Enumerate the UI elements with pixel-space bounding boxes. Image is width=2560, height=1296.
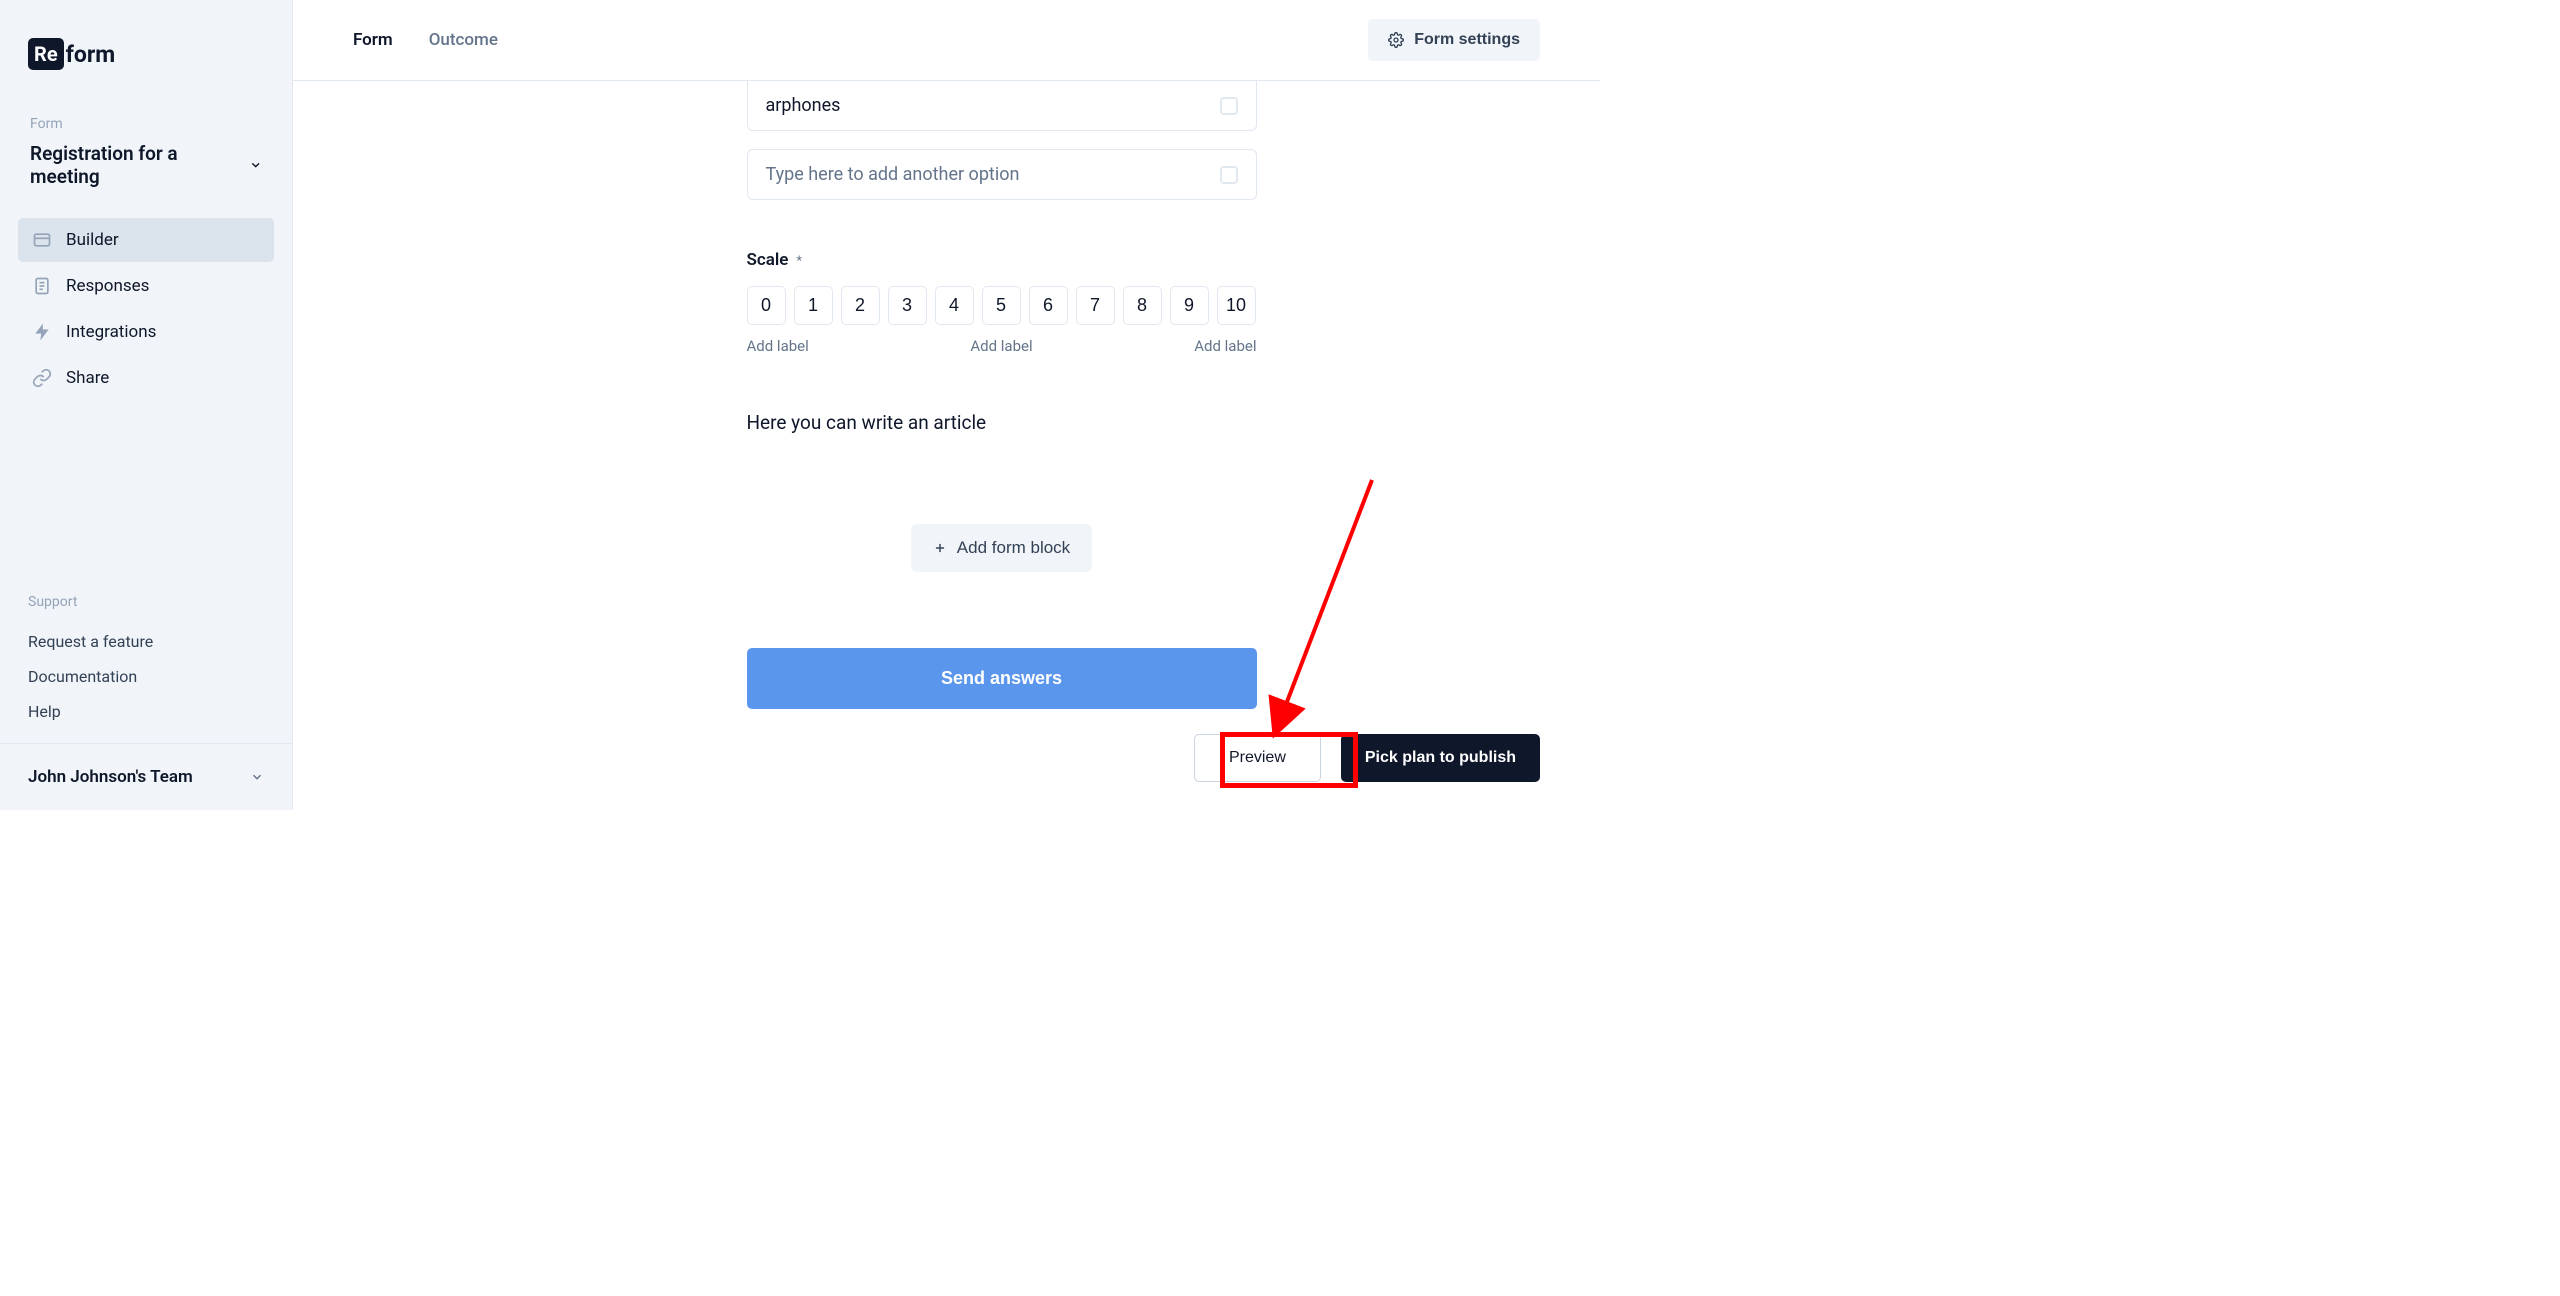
share-icon (32, 368, 52, 388)
scale-option-0[interactable]: 0 (747, 286, 786, 325)
article-text-block[interactable]: Here you can write an article (747, 411, 1257, 434)
plus-icon (933, 541, 947, 555)
scale-option-5[interactable]: 5 (982, 286, 1021, 325)
bottom-bar: Preview Pick plan to publish (1194, 734, 1540, 782)
team-name: John Johnson's Team (28, 767, 193, 787)
form-canvas: arphones Type here to add another option… (747, 81, 1257, 810)
builder-icon (32, 230, 52, 250)
form-settings-label: Form settings (1414, 31, 1520, 49)
sidebar-item-label: Share (66, 368, 109, 388)
sidebar-item-builder[interactable]: Builder (18, 218, 274, 262)
sidebar-item-label: Integrations (66, 322, 156, 342)
scale-option-3[interactable]: 3 (888, 286, 927, 325)
sidebar-item-label: Builder (66, 230, 119, 250)
sidebar-section-label: Form (0, 98, 292, 142)
add-block-row: Add form block (747, 524, 1257, 572)
scale-labels-row: Add label Add label Add label (747, 337, 1257, 355)
add-block-label: Add form block (957, 538, 1070, 558)
team-selector[interactable]: John Johnson's Team (0, 743, 292, 810)
sidebar-item-integrations[interactable]: Integrations (18, 310, 274, 354)
scale-option-4[interactable]: 4 (935, 286, 974, 325)
option-text[interactable]: arphones (766, 95, 1220, 116)
scale-option-6[interactable]: 6 (1029, 286, 1068, 325)
scale-option-7[interactable]: 7 (1076, 286, 1115, 325)
topbar: Form Outcome Form settings (293, 0, 1600, 81)
scale-option-8[interactable]: 8 (1123, 286, 1162, 325)
scale-add-label-right[interactable]: Add label (1194, 337, 1256, 355)
scale-option-10[interactable]: 10 (1217, 286, 1256, 325)
support-link-request-feature[interactable]: Request a feature (28, 624, 264, 659)
sidebar-nav: Builder Responses Integrations (0, 218, 292, 402)
form-settings-button[interactable]: Form settings (1368, 19, 1540, 61)
support-link-help[interactable]: Help (28, 694, 264, 729)
responses-icon (32, 276, 52, 296)
form-name: Registration for a meeting (30, 142, 243, 188)
scale-label: Scale (747, 250, 789, 270)
scale-label-row: Scale * (747, 250, 1257, 270)
tab-form[interactable]: Form (353, 30, 393, 50)
support-label: Support (28, 594, 264, 610)
preview-button[interactable]: Preview (1194, 734, 1321, 782)
send-answers-button[interactable]: Send answers (747, 648, 1257, 709)
sidebar: Re form Form Registration for a meeting … (0, 0, 293, 810)
checkbox[interactable] (1220, 166, 1238, 184)
main: Form Outcome Form settings arphones (293, 0, 1600, 810)
scale-add-label-middle[interactable]: Add label (970, 337, 1032, 355)
form-selector[interactable]: Registration for a meeting (0, 142, 292, 218)
sidebar-item-label: Responses (66, 276, 149, 296)
scale-block: Scale * 0 1 2 3 4 5 6 7 8 9 10 (747, 250, 1257, 355)
scale-buttons: 0 1 2 3 4 5 6 7 8 9 10 (747, 286, 1257, 325)
chevron-down-icon (249, 158, 262, 172)
sidebar-item-share[interactable]: Share (18, 356, 274, 400)
gear-icon (1388, 32, 1404, 48)
publish-button[interactable]: Pick plan to publish (1341, 734, 1540, 782)
required-indicator: * (796, 254, 802, 269)
support-link-documentation[interactable]: Documentation (28, 659, 264, 694)
logo[interactable]: Re form (0, 0, 292, 98)
sidebar-item-responses[interactable]: Responses (18, 264, 274, 308)
tab-outcome[interactable]: Outcome (429, 30, 498, 50)
logo-suffix: form (66, 41, 116, 68)
scale-option-2[interactable]: 2 (841, 286, 880, 325)
integrations-icon (32, 322, 52, 342)
checkbox[interactable] (1220, 97, 1238, 115)
option-item[interactable]: arphones (747, 81, 1257, 131)
tabs: Form Outcome (353, 30, 498, 50)
content: arphones Type here to add another option… (293, 81, 1600, 810)
chevron-down-icon (250, 770, 264, 784)
logo-prefix: Re (28, 38, 64, 70)
option-add[interactable]: Type here to add another option (747, 149, 1257, 200)
scale-option-9[interactable]: 9 (1170, 286, 1209, 325)
option-placeholder[interactable]: Type here to add another option (766, 164, 1220, 185)
add-form-block-button[interactable]: Add form block (911, 524, 1092, 572)
sidebar-support: Support Request a feature Documentation … (0, 594, 292, 743)
scale-add-label-left[interactable]: Add label (747, 337, 809, 355)
scale-option-1[interactable]: 1 (794, 286, 833, 325)
